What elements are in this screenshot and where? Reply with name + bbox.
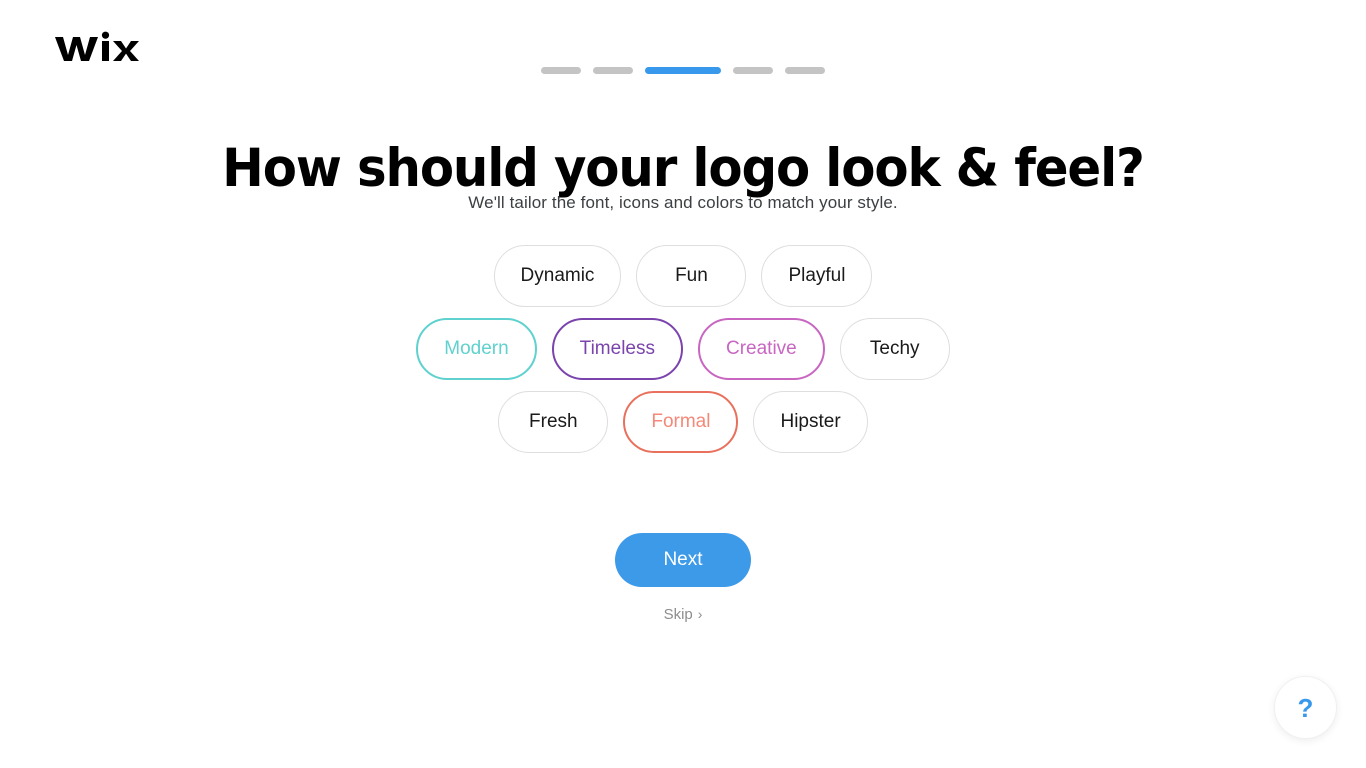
chip-row-2: Modern Timeless Creative Techy: [0, 318, 1366, 380]
style-chip-timeless[interactable]: Timeless: [551, 318, 683, 380]
style-chip-playful[interactable]: Playful: [761, 245, 873, 307]
progress-step-1: [541, 67, 581, 74]
question-mark-icon: ?: [1297, 692, 1314, 723]
progress-step-3: [645, 67, 721, 74]
style-chip-formal[interactable]: Formal: [623, 391, 739, 453]
chip-row-3: Fresh Formal Hipster: [0, 391, 1366, 453]
progress-indicator: [0, 67, 1366, 74]
style-chip-group: Dynamic Fun Playful Modern Timeless Creative T…: [0, 245, 1366, 464]
style-chip-fresh[interactable]: Fresh: [498, 391, 609, 453]
style-chip-fun[interactable]: Fun: [636, 245, 747, 307]
help-button[interactable]: ?: [1274, 676, 1337, 739]
progress-step-5: [785, 67, 825, 74]
chevron-right-icon: ›: [697, 606, 703, 622]
chip-row-1: Dynamic Fun Playful: [0, 245, 1366, 307]
style-chip-hipster[interactable]: Hipster: [753, 391, 868, 453]
skip-link[interactable]: Skip ›: [0, 606, 1366, 623]
next-button[interactable]: Next: [615, 533, 751, 587]
wix-logo-icon: [55, 31, 139, 61]
page-subtitle: We'll tailor the font, icons and colors …: [468, 193, 898, 212]
style-chip-techy[interactable]: Techy: [839, 318, 950, 380]
skip-label: Skip: [663, 606, 693, 623]
progress-step-2: [593, 67, 633, 74]
progress-step-4: [733, 67, 773, 74]
style-chip-dynamic[interactable]: Dynamic: [493, 245, 622, 307]
page-title: How should your logo look & feel?: [222, 137, 1145, 199]
style-chip-creative[interactable]: Creative: [697, 318, 825, 380]
wix-logo[interactable]: [54, 28, 144, 68]
style-chip-modern[interactable]: Modern: [416, 318, 537, 380]
